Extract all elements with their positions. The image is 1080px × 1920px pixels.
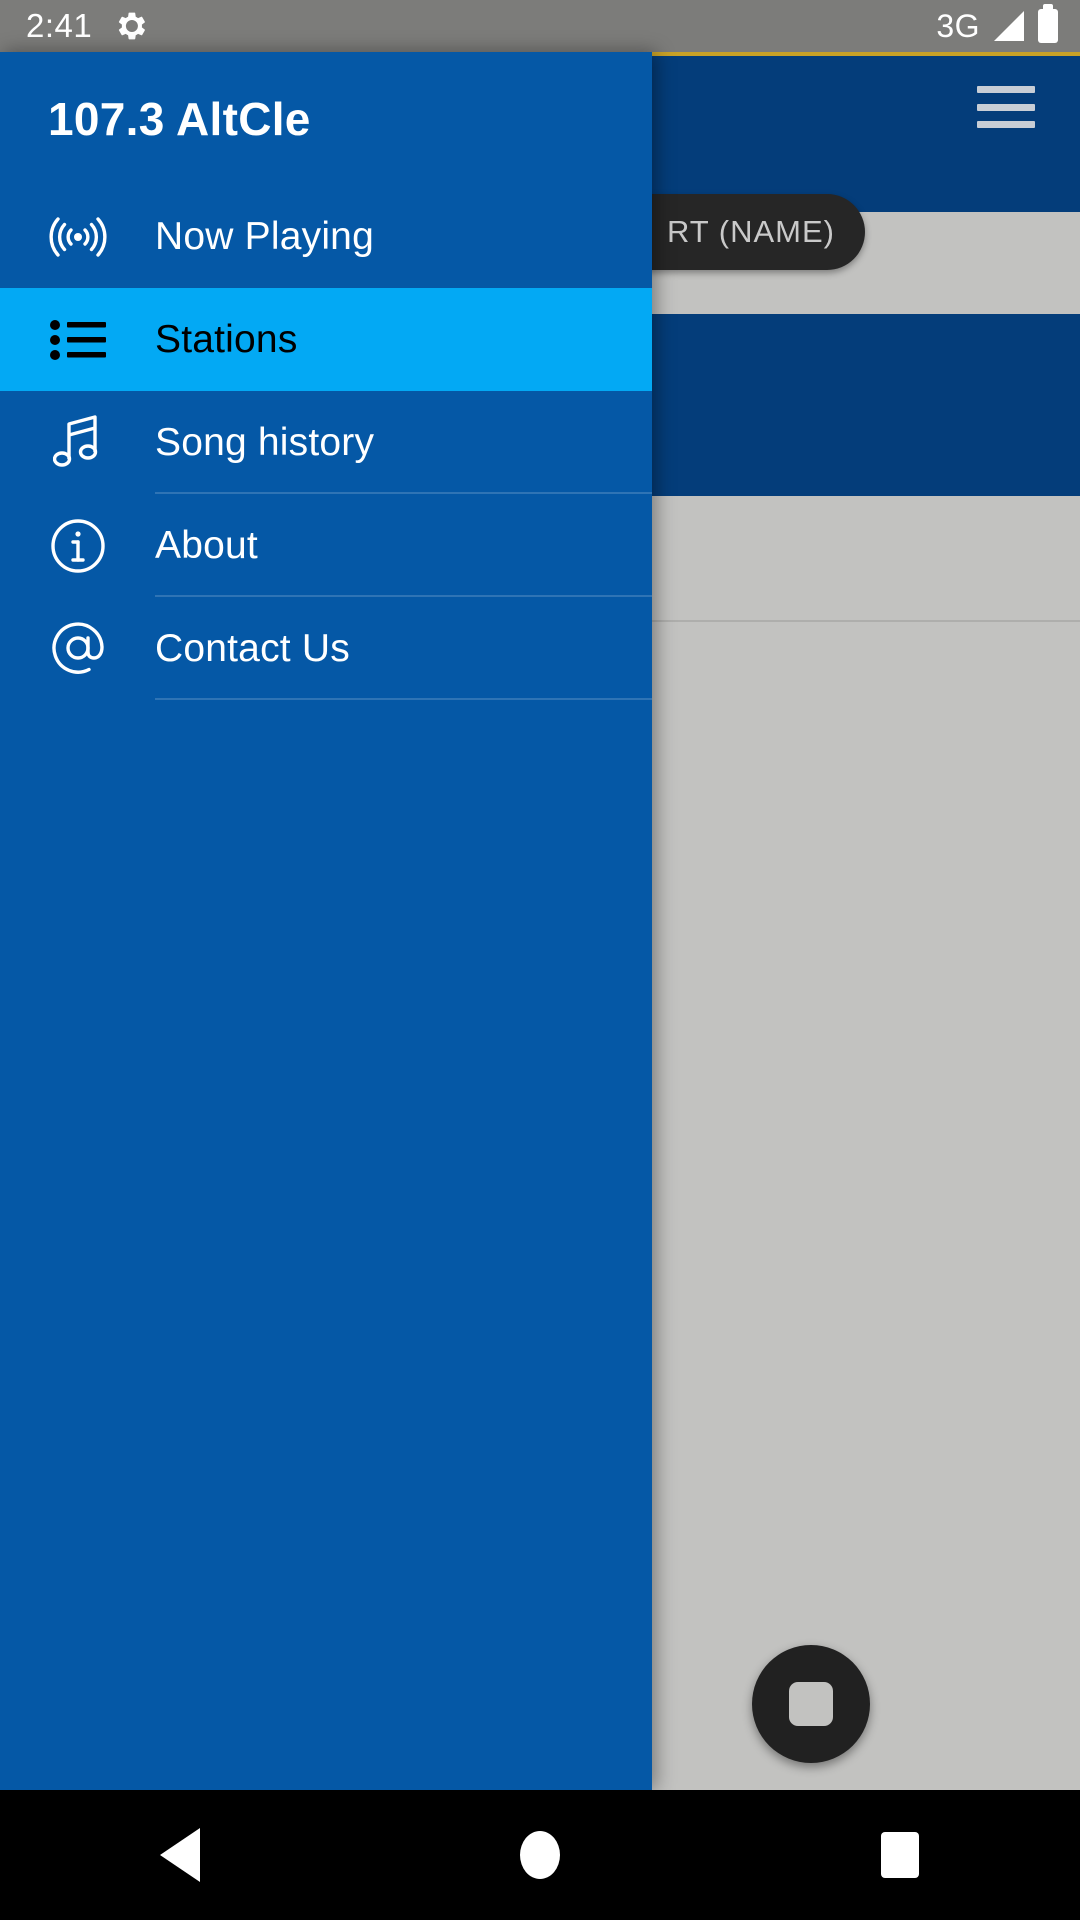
drawer-title: 107.3 AltCle [48, 92, 311, 145]
system-navigation-bar [0, 1790, 1080, 1920]
hamburger-menu-icon[interactable] [977, 86, 1035, 128]
music-note-icon [0, 414, 155, 472]
content-divider [652, 620, 1080, 622]
status-indicators: 3G [936, 4, 1058, 45]
nav-home-button[interactable] [360, 1790, 720, 1920]
drawer-header: 107.3 AltCle [0, 52, 652, 185]
network-type-label: 3G [936, 7, 980, 44]
at-sign-icon [0, 620, 155, 678]
stop-playback-fab[interactable] [752, 1645, 870, 1763]
status-bar: 2:41 3G [0, 0, 1080, 52]
sidebar-item-label: Now Playing [155, 214, 374, 258]
battery-full-icon [1038, 4, 1058, 43]
sidebar-item-label: Stations [155, 317, 298, 361]
sidebar-item-label: About [155, 523, 258, 567]
sidebar-item-now-playing[interactable]: Now Playing [0, 185, 652, 288]
station-chip-label: RT (NAME) [666, 214, 835, 249]
sidebar-item-stations[interactable]: Stations [0, 288, 652, 391]
sidebar-item-contact-us[interactable]: Contact Us [0, 597, 652, 700]
navigation-drawer: 107.3 AltCle Now Playing Stations Song h… [0, 52, 652, 1790]
list-bullets-icon [0, 318, 155, 362]
broadcast-waves-icon [0, 209, 155, 265]
info-circle-icon [0, 518, 155, 574]
accent-top-line [652, 52, 1080, 56]
nav-recents-button[interactable] [720, 1790, 1080, 1920]
hamburger-bar-1 [977, 86, 1035, 93]
drawer-nav-list: Now Playing Stations Song history About … [0, 185, 652, 700]
back-triangle-icon [160, 1828, 200, 1882]
hamburger-bar-3 [977, 121, 1035, 128]
gear-icon [116, 10, 148, 42]
status-clock: 2:41 [26, 7, 93, 44]
sidebar-divider [155, 698, 652, 700]
sidebar-item-about[interactable]: About [0, 494, 652, 597]
nav-back-button[interactable] [0, 1790, 360, 1920]
hamburger-bar-2 [977, 103, 1035, 111]
recents-square-icon [881, 1832, 919, 1878]
sidebar-item-label: Song history [155, 420, 375, 464]
sidebar-item-label: Contact Us [155, 626, 350, 670]
home-circle-icon [520, 1831, 560, 1879]
stop-icon [789, 1682, 833, 1726]
sidebar-item-song-history[interactable]: Song history [0, 391, 652, 494]
signal-triangle-icon [994, 11, 1024, 41]
